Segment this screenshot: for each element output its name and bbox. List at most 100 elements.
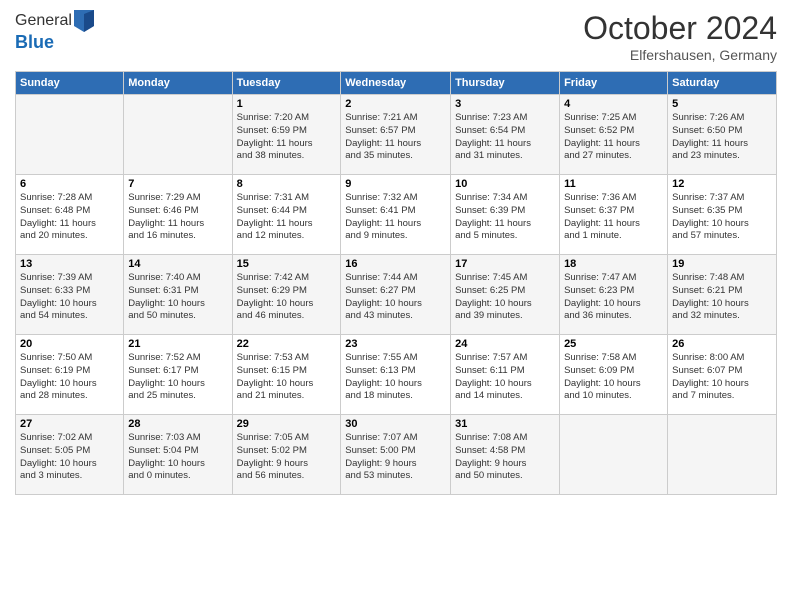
logo-general: General <box>15 12 72 30</box>
calendar-cell: 22 Sunrise: 7:53 AM Sunset: 6:15 PM Dayli… <box>232 335 341 415</box>
day-number: 20 <box>20 338 119 350</box>
header: General Blue October 2024 Elfershausen, … <box>15 10 777 63</box>
col-header-wednesday: Wednesday <box>341 72 451 95</box>
day-info: Sunrise: 7:02 AM Sunset: 5:05 PM Dayligh… <box>20 432 119 483</box>
location: Elfershausen, Germany <box>583 47 777 63</box>
calendar-cell: 30 Sunrise: 7:07 AM Sunset: 5:00 PM Dayli… <box>341 415 451 495</box>
day-number: 31 <box>455 418 555 430</box>
day-info: Sunrise: 7:21 AM Sunset: 6:57 PM Dayligh… <box>345 112 446 163</box>
day-number: 13 <box>20 258 119 270</box>
day-info: Sunrise: 7:36 AM Sunset: 6:37 PM Dayligh… <box>564 192 663 243</box>
calendar-cell <box>668 415 777 495</box>
calendar-cell: 21 Sunrise: 7:52 AM Sunset: 6:17 PM Dayli… <box>124 335 232 415</box>
calendar-cell: 14 Sunrise: 7:40 AM Sunset: 6:31 PM Dayli… <box>124 255 232 335</box>
day-number: 21 <box>128 338 227 350</box>
day-info: Sunrise: 7:07 AM Sunset: 5:00 PM Dayligh… <box>345 432 446 483</box>
col-header-thursday: Thursday <box>451 72 560 95</box>
day-number: 7 <box>128 178 227 190</box>
day-number: 8 <box>237 178 337 190</box>
calendar-container: General Blue October 2024 Elfershausen, … <box>0 0 792 505</box>
col-header-friday: Friday <box>560 72 668 95</box>
day-info: Sunrise: 7:40 AM Sunset: 6:31 PM Dayligh… <box>128 272 227 323</box>
day-info: Sunrise: 7:08 AM Sunset: 4:58 PM Dayligh… <box>455 432 555 483</box>
day-info: Sunrise: 7:39 AM Sunset: 6:33 PM Dayligh… <box>20 272 119 323</box>
day-number: 27 <box>20 418 119 430</box>
week-row-0: 1 Sunrise: 7:20 AM Sunset: 6:59 PM Daylig… <box>16 95 777 175</box>
week-row-2: 13 Sunrise: 7:39 AM Sunset: 6:33 PM Dayli… <box>16 255 777 335</box>
col-header-saturday: Saturday <box>668 72 777 95</box>
day-number: 2 <box>345 98 446 110</box>
day-number: 9 <box>345 178 446 190</box>
calendar-cell: 20 Sunrise: 7:50 AM Sunset: 6:19 PM Dayli… <box>16 335 124 415</box>
day-number: 19 <box>672 258 772 270</box>
day-number: 29 <box>237 418 337 430</box>
calendar-cell <box>560 415 668 495</box>
calendar-table: SundayMondayTuesdayWednesdayThursdayFrid… <box>15 71 777 495</box>
day-info: Sunrise: 8:00 AM Sunset: 6:07 PM Dayligh… <box>672 352 772 403</box>
calendar-cell: 2 Sunrise: 7:21 AM Sunset: 6:57 PM Daylig… <box>341 95 451 175</box>
calendar-cell: 4 Sunrise: 7:25 AM Sunset: 6:52 PM Daylig… <box>560 95 668 175</box>
calendar-cell: 28Sunrise: 7:03 AM Sunset: 5:04 PM Dayli… <box>124 415 232 495</box>
calendar-cell <box>16 95 124 175</box>
calendar-cell: 17Sunrise: 7:45 AM Sunset: 6:25 PM Dayli… <box>451 255 560 335</box>
day-number: 23 <box>345 338 446 350</box>
col-header-sunday: Sunday <box>16 72 124 95</box>
logo-icon <box>74 10 94 32</box>
calendar-cell: 31 Sunrise: 7:08 AM Sunset: 4:58 PM Dayli… <box>451 415 560 495</box>
day-number: 17 <box>455 258 555 270</box>
day-number: 14 <box>128 258 227 270</box>
day-number: 18 <box>564 258 663 270</box>
day-number: 25 <box>564 338 663 350</box>
day-number: 26 <box>672 338 772 350</box>
day-info: Sunrise: 7:05 AM Sunset: 5:02 PM Dayligh… <box>237 432 337 483</box>
calendar-cell: 3 Sunrise: 7:23 AM Sunset: 6:54 PM Daylig… <box>451 95 560 175</box>
calendar-cell: 15 Sunrise: 7:42 AM Sunset: 6:29 PM Dayli… <box>232 255 341 335</box>
day-info: Sunrise: 7:42 AM Sunset: 6:29 PM Dayligh… <box>237 272 337 323</box>
day-info: Sunrise: 7:50 AM Sunset: 6:19 PM Dayligh… <box>20 352 119 403</box>
calendar-cell: 11 Sunrise: 7:36 AM Sunset: 6:37 PM Dayli… <box>560 175 668 255</box>
title-block: October 2024 Elfershausen, Germany <box>583 10 777 63</box>
day-info: Sunrise: 7:29 AM Sunset: 6:46 PM Dayligh… <box>128 192 227 243</box>
week-row-4: 27 Sunrise: 7:02 AM Sunset: 5:05 PM Dayli… <box>16 415 777 495</box>
calendar-cell: 9 Sunrise: 7:32 AM Sunset: 6:41 PM Daylig… <box>341 175 451 255</box>
day-number: 1 <box>237 98 337 110</box>
day-info: Sunrise: 7:55 AM Sunset: 6:13 PM Dayligh… <box>345 352 446 403</box>
day-info: Sunrise: 7:57 AM Sunset: 6:11 PM Dayligh… <box>455 352 555 403</box>
week-row-1: 6Sunrise: 7:28 AM Sunset: 6:48 PM Daylig… <box>16 175 777 255</box>
day-info: Sunrise: 7:26 AM Sunset: 6:50 PM Dayligh… <box>672 112 772 163</box>
calendar-cell: 1 Sunrise: 7:20 AM Sunset: 6:59 PM Daylig… <box>232 95 341 175</box>
day-info: Sunrise: 7:23 AM Sunset: 6:54 PM Dayligh… <box>455 112 555 163</box>
day-number: 5 <box>672 98 772 110</box>
day-info: Sunrise: 7:25 AM Sunset: 6:52 PM Dayligh… <box>564 112 663 163</box>
day-number: 30 <box>345 418 446 430</box>
month-title: October 2024 <box>583 10 777 47</box>
col-header-monday: Monday <box>124 72 232 95</box>
calendar-cell: 18 Sunrise: 7:47 AM Sunset: 6:23 PM Dayli… <box>560 255 668 335</box>
day-number: 11 <box>564 178 663 190</box>
calendar-cell: 23 Sunrise: 7:55 AM Sunset: 6:13 PM Dayli… <box>341 335 451 415</box>
day-number: 12 <box>672 178 772 190</box>
day-info: Sunrise: 7:48 AM Sunset: 6:21 PM Dayligh… <box>672 272 772 323</box>
day-number: 10 <box>455 178 555 190</box>
day-number: 3 <box>455 98 555 110</box>
calendar-cell: 27 Sunrise: 7:02 AM Sunset: 5:05 PM Dayli… <box>16 415 124 495</box>
calendar-cell: 16Sunrise: 7:44 AM Sunset: 6:27 PM Dayli… <box>341 255 451 335</box>
calendar-cell: 5 Sunrise: 7:26 AM Sunset: 6:50 PM Daylig… <box>668 95 777 175</box>
header-row: SundayMondayTuesdayWednesdayThursdayFrid… <box>16 72 777 95</box>
day-info: Sunrise: 7:53 AM Sunset: 6:15 PM Dayligh… <box>237 352 337 403</box>
day-info: Sunrise: 7:52 AM Sunset: 6:17 PM Dayligh… <box>128 352 227 403</box>
day-number: 24 <box>455 338 555 350</box>
day-number: 4 <box>564 98 663 110</box>
logo-blue: Blue <box>15 32 94 53</box>
day-info: Sunrise: 7:44 AM Sunset: 6:27 PM Dayligh… <box>345 272 446 323</box>
day-info: Sunrise: 7:20 AM Sunset: 6:59 PM Dayligh… <box>237 112 337 163</box>
calendar-cell <box>124 95 232 175</box>
day-info: Sunrise: 7:31 AM Sunset: 6:44 PM Dayligh… <box>237 192 337 243</box>
calendar-cell: 13 Sunrise: 7:39 AM Sunset: 6:33 PM Dayli… <box>16 255 124 335</box>
day-info: Sunrise: 7:32 AM Sunset: 6:41 PM Dayligh… <box>345 192 446 243</box>
day-info: Sunrise: 7:37 AM Sunset: 6:35 PM Dayligh… <box>672 192 772 243</box>
calendar-cell: 8 Sunrise: 7:31 AM Sunset: 6:44 PM Daylig… <box>232 175 341 255</box>
day-number: 15 <box>237 258 337 270</box>
day-number: 22 <box>237 338 337 350</box>
day-info: Sunrise: 7:47 AM Sunset: 6:23 PM Dayligh… <box>564 272 663 323</box>
